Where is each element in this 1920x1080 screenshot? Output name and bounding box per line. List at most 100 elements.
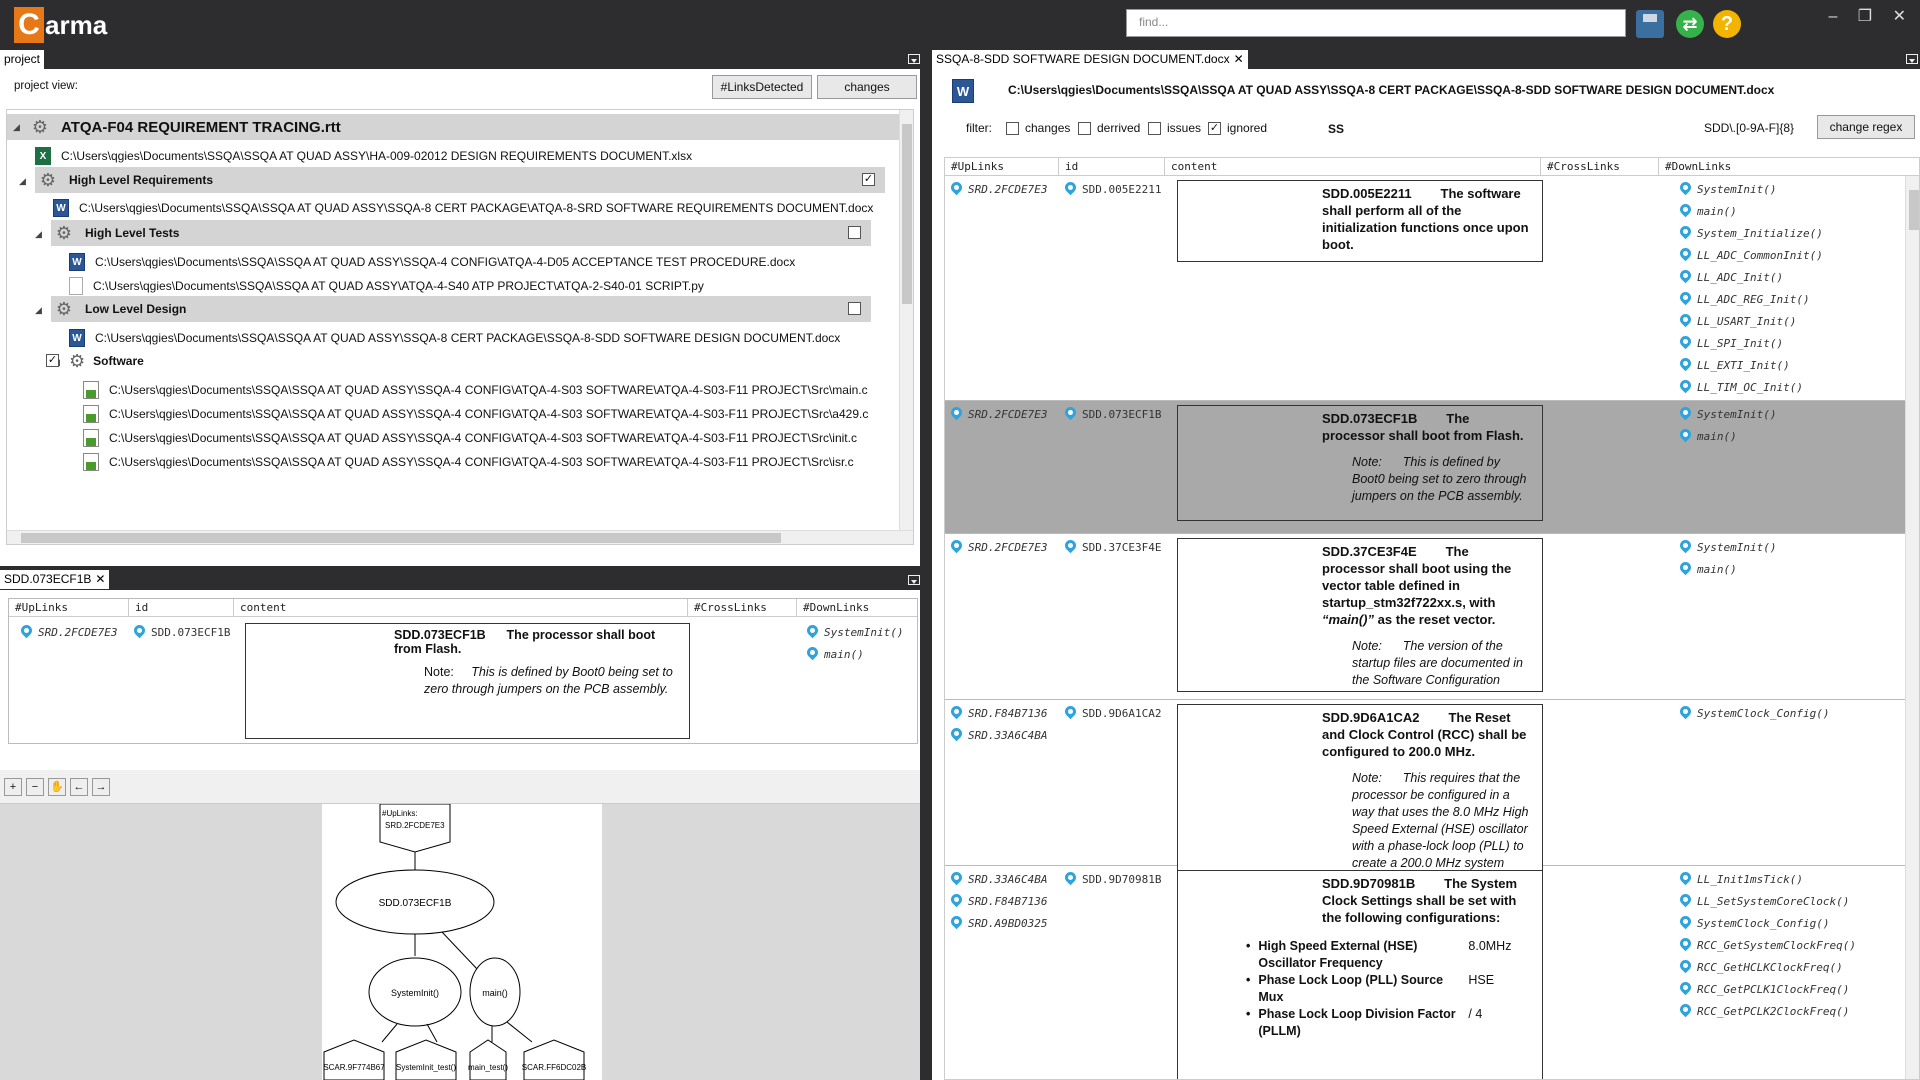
grid-vscrollbar[interactable] [1905, 176, 1919, 1079]
change-regex-button[interactable]: change regex [1817, 115, 1915, 139]
col-id[interactable]: id [1059, 158, 1165, 175]
tab-sdd-073ecf1b[interactable]: SDD.073ECF1B ✕ [0, 570, 110, 589]
downlink-item[interactable]: LL_Init1msTick() [1680, 870, 1856, 888]
changes-button[interactable]: changes [817, 75, 917, 99]
group-checkbox[interactable] [848, 302, 861, 315]
tab-sdd-document[interactable]: SSQA-8-SDD SOFTWARE DESIGN DOCUMENT.docx… [932, 50, 1248, 69]
downlink-item[interactable]: SystemInit() [1680, 405, 1776, 423]
downlink-item[interactable]: SystemInit() [807, 623, 903, 641]
tree-vscrollbar[interactable] [899, 110, 913, 530]
vertical-splitter[interactable] [920, 50, 932, 1080]
uplink-item[interactable]: SRD.F84B7136 [951, 704, 1047, 722]
uplink-item[interactable]: SRD.A9BD0325 [951, 914, 1047, 932]
downlink-item[interactable]: LL_SetSystemCoreClock() [1680, 892, 1856, 910]
tree-file-row[interactable]: C:\Users\qgies\Documents\SSQA\SSQA AT QU… [83, 448, 854, 476]
downlink-item[interactable]: SystemClock_Config() [1680, 914, 1856, 932]
uplink-item[interactable]: SRD.F84B7136 [951, 892, 1047, 910]
tree-group-row[interactable]: ◢ ⚙ Low Level Design [35, 296, 871, 322]
filter-derrived[interactable]: derrived [1078, 121, 1140, 135]
downlink-item[interactable]: SystemInit() [1680, 180, 1823, 198]
downlink-item[interactable]: System_Initialize() [1680, 224, 1823, 242]
panel-menu-icon[interactable] [1906, 54, 1918, 64]
panel-menu-icon[interactable] [908, 54, 920, 64]
uplink-item[interactable]: SRD.33A6C4BA [951, 726, 1047, 744]
zoom-in-icon[interactable]: + [4, 778, 22, 796]
uplink-item[interactable]: SRD.2FCDE7E3 [951, 180, 1047, 198]
downlink-item[interactable]: LL_ADC_CommonInit() [1680, 246, 1823, 264]
filter-checkbox[interactable] [1078, 121, 1091, 135]
col-crosslinks[interactable]: #CrossLinks [1541, 158, 1659, 175]
col-downlinks[interactable]: #DownLinks [1659, 158, 1889, 175]
downlink-item[interactable]: main() [1680, 202, 1823, 220]
uplink-item[interactable]: SRD.2FCDE7E3 [951, 405, 1047, 423]
requirement-row[interactable]: SRD.2FCDE7E3 SDD.37CE3F4E SDD.37CE3F4E The… [945, 534, 1905, 700]
downlink-item[interactable]: LL_ADC_REG_Init() [1680, 290, 1823, 308]
requirement-row[interactable]: SRD.2FCDE7E3 SDD.073ECF1B SDD.073ECF1B The… [945, 401, 1905, 534]
downlink-item[interactable]: LL_ADC_Init() [1680, 268, 1823, 286]
filter-checkbox[interactable] [1148, 121, 1161, 135]
downlink-item[interactable]: main() [1680, 560, 1776, 578]
downlink-item[interactable]: LL_SPI_Init() [1680, 334, 1823, 352]
close-icon[interactable]: ✕ [95, 572, 105, 586]
sync-icon[interactable]: ⇄ [1676, 10, 1704, 38]
collapse-arrow-icon[interactable]: ◢ [19, 176, 26, 187]
filter-issues[interactable]: issues [1148, 121, 1201, 135]
downlink-item[interactable]: LL_TIM_OC_Init() [1680, 378, 1823, 396]
col-uplinks[interactable]: #UpLinks [9, 599, 129, 616]
downlink-item[interactable]: LL_EXTI_Init() [1680, 356, 1823, 374]
tree-file-row[interactable]: W C:\Users\qgies\Documents\SSQA\SSQA AT Q… [53, 194, 873, 222]
find-input[interactable]: find... [1126, 9, 1626, 37]
tree-group-row[interactable]: ◢ ⚙ High Level Requirements ✓ [19, 167, 885, 193]
close-icon[interactable]: ✕ [1234, 52, 1244, 66]
tree-group-row[interactable]: ◢ ⚙ High Level Tests [35, 220, 871, 246]
downlink-item[interactable]: RCC_GetSystemClockFreq() [1680, 936, 1856, 954]
tree-file-row[interactable]: W C:\Users\qgies\Documents\SSQA\SSQA AT Q… [69, 324, 840, 352]
links-detected-button[interactable]: #LinksDetected [712, 75, 812, 99]
col-content[interactable]: content [234, 599, 688, 616]
col-uplinks[interactable]: #UpLinks [945, 158, 1059, 175]
downlink-item[interactable]: main() [1680, 427, 1776, 445]
tree-hscrollbar[interactable] [7, 530, 913, 544]
tree-file-row[interactable]: X C:\Users\qgies\Documents\SSQA\SSQA AT Q… [35, 142, 692, 170]
help-icon[interactable]: ? [1713, 10, 1741, 38]
panel-menu-icon[interactable] [908, 575, 920, 585]
forward-arrow-icon[interactable]: → [92, 778, 110, 796]
uplink-item[interactable]: SRD.2FCDE7E3 [951, 538, 1047, 556]
col-crosslinks[interactable]: #CrossLinks [688, 599, 797, 616]
group-checkbox[interactable] [848, 226, 861, 239]
tree-root[interactable]: ◢ ⚙ ATQA-F04 REQUIREMENT TRACING.rtt [7, 114, 899, 140]
uplink-item[interactable]: SRD.33A6C4BA [951, 870, 1047, 888]
downlink-item[interactable]: RCC_GetPCLK2ClockFreq() [1680, 1002, 1856, 1020]
filter-ignored[interactable]: ✓ ignored [1208, 121, 1267, 135]
filter-checkbox[interactable] [1006, 121, 1019, 135]
col-downlinks[interactable]: #DownLinks [797, 599, 915, 616]
collapse-arrow-icon[interactable]: ◢ [35, 305, 42, 316]
tree-vscroll-thumb[interactable] [902, 124, 912, 304]
downlink-item[interactable]: main() [807, 645, 903, 663]
tree-hscroll-thumb[interactable] [21, 533, 781, 543]
requirement-row[interactable]: SRD.F84B7136 SRD.33A6C4BA SDD.9D6A1CA2 SDD.… [945, 700, 1905, 884]
downlink-item[interactable]: RCC_GetHCLKClockFreq() [1680, 958, 1856, 976]
group-checkbox[interactable]: ✓ [862, 173, 875, 186]
col-id[interactable]: id [129, 599, 234, 616]
pan-hand-icon[interactable]: ✋ [48, 778, 66, 796]
collapse-arrow-icon[interactable]: ◢ [35, 229, 42, 240]
group-checkbox[interactable]: ✓ [46, 354, 59, 367]
tab-project[interactable]: project [0, 50, 45, 69]
save-icon[interactable] [1636, 10, 1664, 38]
col-content[interactable]: content [1165, 158, 1541, 175]
back-arrow-icon[interactable]: ← [70, 778, 88, 796]
downlink-item[interactable]: SystemInit() [1680, 538, 1776, 556]
downlink-item[interactable]: RCC_GetPCLK1ClockFreq() [1680, 980, 1856, 998]
window-controls[interactable]: – ❐ ✕ [1828, 6, 1914, 26]
requirement-row[interactable]: SRD.33A6C4BA SRD.F84B7136 SRD.A9BD0325 SDD.… [945, 866, 1905, 1079]
grid-vscroll-thumb[interactable] [1909, 190, 1919, 230]
zoom-out-icon[interactable]: − [26, 778, 44, 796]
filter-changes[interactable]: changes [1006, 121, 1070, 135]
downlink-item[interactable]: SystemClock_Config() [1680, 704, 1829, 722]
downlink-item[interactable]: LL_USART_Init() [1680, 312, 1823, 330]
collapse-arrow-icon[interactable]: ◢ [13, 122, 20, 133]
uplink-item[interactable]: SRD.2FCDE7E3 [21, 623, 117, 641]
filter-checkbox[interactable]: ✓ [1208, 121, 1221, 135]
requirement-row[interactable]: SRD.2FCDE7E3 SDD.005E2211 SDD.005E2211 The… [945, 176, 1905, 401]
